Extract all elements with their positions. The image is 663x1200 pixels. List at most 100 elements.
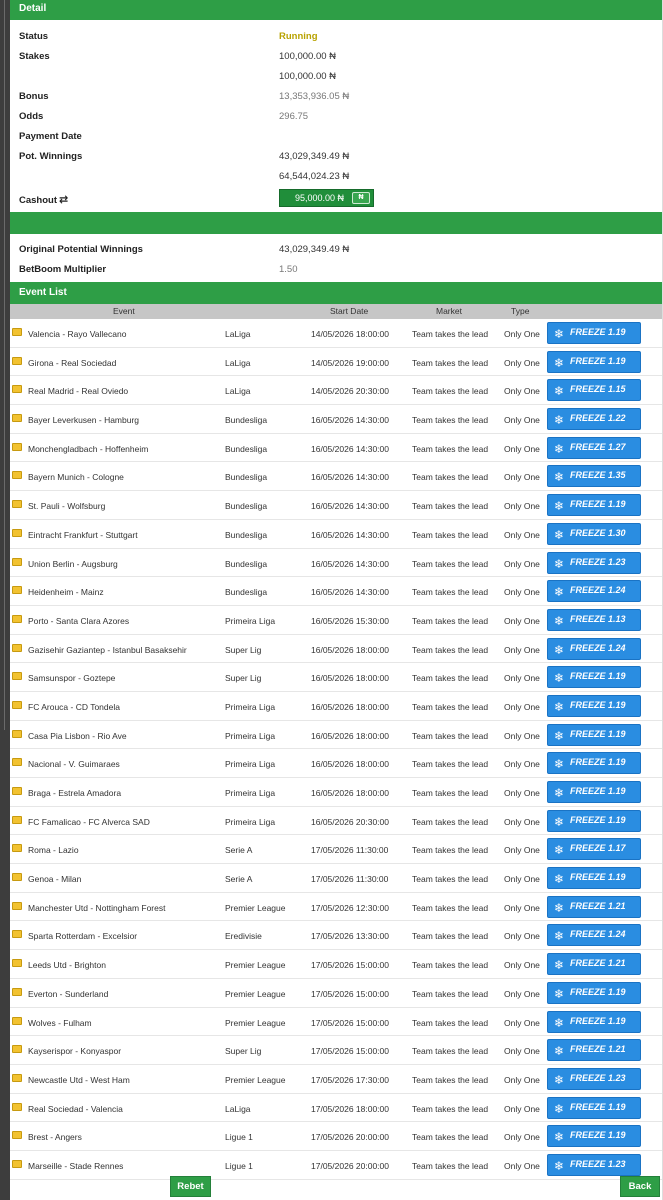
event-row: Girona - Real Sociedad LaLiga 14/05/2026 1… (10, 348, 662, 377)
event-league: Serie A (225, 845, 253, 856)
folder-icon (12, 873, 22, 882)
event-market: Team takes the lead (412, 415, 489, 426)
multiplier-row: BetBoom Multiplier 1.50 (10, 258, 662, 278)
folder-icon (12, 959, 22, 968)
pot-winnings-value: 43,029,349.49 ₦ (279, 151, 350, 162)
event-row: Braga - Estrela Amadora Primeira Liga 16/0… (10, 778, 662, 807)
snowflake-icon: ❄ (554, 585, 565, 600)
back-button[interactable]: Back (620, 1176, 660, 1197)
freeze-button[interactable]: ❄ FREEZE 1.15 (547, 379, 641, 402)
event-start-date: 17/05/2026 15:00:00 (311, 960, 389, 971)
event-row: St. Pauli - Wolfsburg Bundesliga 16/05/202… (10, 491, 662, 520)
freeze-button[interactable]: ❄ FREEZE 1.19 (547, 694, 641, 717)
event-market: Team takes the lead (412, 529, 489, 540)
freeze-label: FREEZE 1.19 (570, 1130, 626, 1141)
event-type: Only One (504, 501, 540, 512)
freeze-label: FREEZE 1.24 (570, 642, 626, 653)
original-potential-label: Original Potential Winnings (19, 244, 143, 255)
freeze-button[interactable]: ❄ FREEZE 1.21 (547, 895, 641, 918)
freeze-button[interactable]: ❄ FREEZE 1.19 (547, 723, 641, 746)
cashout-button[interactable]: 95,000.00 ₦ ₦ (279, 189, 374, 207)
freeze-button[interactable]: ❄ FREEZE 1.19 (547, 666, 641, 689)
freeze-button[interactable]: ❄ FREEZE 1.13 (547, 608, 641, 631)
event-start-date: 17/05/2026 11:30:00 (311, 874, 389, 885)
freeze-button[interactable]: ❄ FREEZE 1.17 (547, 838, 641, 861)
stakes-row: Stakes 100,000.00 ₦ (10, 45, 662, 65)
event-market: Team takes the lead (412, 357, 489, 368)
event-row: Everton - Sunderland Premier League 17/05/… (10, 979, 662, 1008)
rebet-button[interactable]: Rebet (170, 1176, 211, 1197)
freeze-button[interactable]: ❄ FREEZE 1.24 (547, 637, 641, 660)
folder-icon (12, 672, 22, 681)
divider-bar (10, 212, 662, 234)
freeze-button[interactable]: ❄ FREEZE 1.24 (547, 580, 641, 603)
refresh-icon[interactable]: ⇄ (59, 193, 68, 206)
freeze-button[interactable]: ❄ FREEZE 1.23 (547, 551, 641, 574)
snowflake-icon: ❄ (554, 1072, 565, 1087)
freeze-button[interactable]: ❄ FREEZE 1.35 (547, 465, 641, 488)
freeze-button[interactable]: ❄ FREEZE 1.19 (547, 494, 641, 517)
event-name: FC Arouca - CD Tondela (28, 701, 120, 712)
event-row: Real Sociedad - Valencia LaLiga 17/05/2026… (10, 1094, 662, 1123)
bonus-label: Bonus (19, 91, 49, 102)
freeze-label: FREEZE 1.22 (570, 413, 626, 424)
freeze-button[interactable]: ❄ FREEZE 1.19 (547, 867, 641, 890)
event-start-date: 14/05/2026 20:30:00 (311, 386, 389, 397)
event-market: Team takes the lead (412, 386, 489, 397)
snowflake-icon: ❄ (554, 872, 565, 887)
freeze-button[interactable]: ❄ FREEZE 1.21 (547, 953, 641, 976)
event-start-date: 16/05/2026 14:30:00 (311, 558, 389, 569)
freeze-button[interactable]: ❄ FREEZE 1.19 (547, 752, 641, 775)
event-start-date: 17/05/2026 11:30:00 (311, 845, 389, 856)
freeze-button[interactable]: ❄ FREEZE 1.24 (547, 924, 641, 947)
snowflake-icon: ❄ (554, 986, 565, 1001)
snowflake-icon: ❄ (554, 1101, 565, 1116)
freeze-button[interactable]: ❄ FREEZE 1.22 (547, 408, 641, 431)
event-name: Real Madrid - Real Oviedo (28, 386, 129, 397)
event-type: Only One (504, 1103, 540, 1114)
freeze-label: FREEZE 1.23 (570, 1158, 626, 1169)
event-name: Brest - Angers (28, 1132, 82, 1143)
folder-icon (12, 787, 22, 795)
freeze-button[interactable]: ❄ FREEZE 1.19 (547, 1096, 641, 1119)
freeze-button[interactable]: ❄ FREEZE 1.19 (547, 1125, 641, 1148)
freeze-button[interactable]: ❄ FREEZE 1.27 (547, 436, 641, 459)
event-type: Only One (504, 558, 540, 569)
freeze-label: FREEZE 1.19 (570, 499, 626, 510)
snowflake-icon: ❄ (554, 1130, 565, 1145)
event-market: Team takes the lead (412, 1046, 489, 1057)
event-type: Only One (504, 357, 540, 368)
event-start-date: 16/05/2026 18:00:00 (311, 701, 389, 712)
freeze-button[interactable]: ❄ FREEZE 1.19 (547, 322, 641, 344)
cashout-row: Cashout ⇄ 95,000.00 ₦ ₦ (10, 185, 662, 209)
event-name: Newcastle Utd - West Ham (28, 1074, 130, 1085)
original-potential-value: 43,029,349.49 ₦ (279, 244, 350, 255)
snowflake-icon: ❄ (554, 527, 565, 542)
snowflake-icon: ❄ (554, 355, 565, 370)
cashout-label-text: Cashout (19, 195, 57, 206)
freeze-button[interactable]: ❄ FREEZE 1.30 (547, 522, 641, 545)
folder-icon (12, 500, 22, 509)
freeze-button[interactable]: ❄ FREEZE 1.19 (547, 781, 641, 803)
freeze-button[interactable]: ❄ FREEZE 1.19 (547, 1010, 641, 1033)
folder-icon (12, 414, 22, 423)
freeze-label: FREEZE 1.19 (570, 757, 626, 768)
snowflake-icon: ❄ (554, 671, 565, 686)
folder-icon (12, 1045, 22, 1054)
event-market: Team takes the lead (412, 443, 489, 454)
snowflake-icon: ❄ (554, 900, 565, 915)
odds-label: Odds (19, 111, 44, 122)
pot-winnings-row: Pot. Winnings 43,029,349.49 ₦ (10, 145, 662, 165)
event-name: Monchengladbach - Hoffenheim (28, 443, 149, 454)
freeze-button[interactable]: ❄ FREEZE 1.19 (547, 981, 641, 1004)
freeze-button[interactable]: ❄ FREEZE 1.19 (547, 809, 641, 832)
event-start-date: 17/05/2026 12:30:00 (311, 902, 389, 913)
event-table-body: Valencia - Rayo Vallecano LaLiga 14/05/202… (10, 319, 662, 1180)
freeze-button[interactable]: ❄ FREEZE 1.23 (547, 1067, 641, 1090)
event-league: Primeira Liga (225, 788, 276, 798)
freeze-button[interactable]: ❄ FREEZE 1.23 (547, 1153, 641, 1176)
freeze-button[interactable]: ❄ FREEZE 1.19 (547, 350, 641, 373)
freeze-button[interactable]: ❄ FREEZE 1.21 (547, 1039, 641, 1062)
event-league: Primeira Liga (225, 615, 276, 626)
event-row: Bayern Munich - Cologne Bundesliga 16/05/2… (10, 462, 662, 492)
